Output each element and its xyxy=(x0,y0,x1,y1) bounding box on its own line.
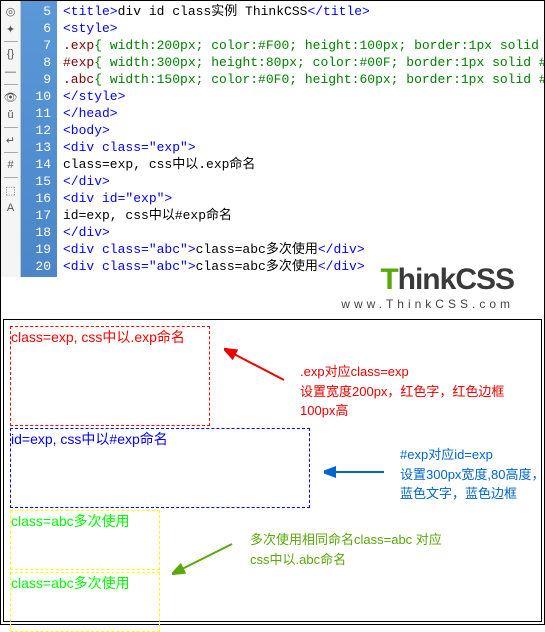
separator-icon xyxy=(4,41,18,42)
line-number-gutter: 5 6 7 8 9 10 11 12 13 14 15 16 17 18 19 … xyxy=(21,1,57,277)
eye-icon[interactable]: 👁 xyxy=(3,89,19,105)
code-line: .abc{ width:150px; color:#0F0; height:60… xyxy=(63,71,544,88)
id-exp-box-label: id=exp, css中以#exp命名 xyxy=(11,431,168,447)
code-line: <div id="exp"> xyxy=(63,190,544,207)
note-blue: #exp对应id=exp设置300px宽度,80高度，蓝色文字，蓝色边框 xyxy=(400,445,545,504)
line-number: 8 xyxy=(21,54,51,71)
code-line: </head> xyxy=(63,105,544,122)
spiral-icon[interactable]: ◎ xyxy=(3,3,19,19)
note-red: .exp对应class=exp设置宽度200px，红色字，红色边框100px高 xyxy=(300,362,530,421)
line-number: 14 xyxy=(21,156,51,173)
abc-box-2: class=abc多次使用 xyxy=(10,572,160,632)
html-icon[interactable]: ⬚ xyxy=(3,182,19,198)
line-number: 9 xyxy=(21,71,51,88)
arrow-blue-icon xyxy=(324,460,394,490)
code-line: <title>div id class实例 ThinkCSS</title> xyxy=(63,3,544,20)
code-lines: <title>div id class实例 ThinkCSS</title> <… xyxy=(57,1,544,277)
code-line: </div> xyxy=(63,173,544,190)
note-green: 多次使用相同命名class=abc 对应css中以.abc命名 xyxy=(250,530,490,569)
logo-main: ThinkCSS xyxy=(341,263,514,297)
code-area[interactable]: 5 6 7 8 9 10 11 12 13 14 15 16 17 18 19 … xyxy=(21,1,544,277)
editor-toolbar: ◎ ✦ {} — 👁 ŭ ↵ # ⬚ A xyxy=(1,1,21,277)
code-editor: ◎ ✦ {} — 👁 ŭ ↵ # ⬚ A 5 6 7 8 9 10 11 12 … xyxy=(1,1,544,277)
id-exp-box: id=exp, css中以#exp命名 xyxy=(10,428,310,508)
thinkcss-logo: ThinkCSS www.ThinkCSS.com xyxy=(341,263,514,311)
code-line: id=exp, css中以#exp命名 xyxy=(63,207,544,224)
abc-box-label: class=abc多次使用 xyxy=(11,513,130,529)
line-number: 5 xyxy=(21,3,51,20)
code-line: </style> xyxy=(63,88,544,105)
line-number: 7 xyxy=(21,37,51,54)
code-line: <div class="abc">class=abc多次使用</div> xyxy=(63,241,544,258)
star-icon[interactable]: ✦ xyxy=(3,21,19,37)
preview-pane: class=exp, css中以.exp命名 id=exp, css中以#exp… xyxy=(3,319,542,622)
line-number: 11 xyxy=(21,105,51,122)
abc-box-1: class=abc多次使用 xyxy=(10,510,160,570)
code-line: .exp{ width:200px; color:#F00; height:10… xyxy=(63,37,544,54)
arrow-red-icon xyxy=(224,345,294,385)
line-number: 19 xyxy=(21,241,51,258)
code-line: #exp{ width:300px; height:80px; color:#0… xyxy=(63,54,544,71)
line-number: 6 xyxy=(21,20,51,37)
line-number: 15 xyxy=(21,173,51,190)
line-number: 18 xyxy=(21,224,51,241)
code-line: <style> xyxy=(63,20,544,37)
wrap-icon[interactable]: ↵ xyxy=(3,132,19,148)
separator-icon xyxy=(4,177,18,178)
exp-box-label: class=exp, css中以.exp命名 xyxy=(11,329,185,345)
line-number: 20 xyxy=(21,258,51,275)
code-line: </div> xyxy=(63,224,544,241)
u-icon[interactable]: ŭ xyxy=(3,107,19,123)
line-number: 13 xyxy=(21,139,51,156)
code-line: class=exp, css中以.exp命名 xyxy=(63,156,544,173)
arrow-green-icon xyxy=(172,538,242,578)
separator-icon xyxy=(4,84,18,85)
separator-icon xyxy=(4,152,18,153)
logo-subtitle: www.ThinkCSS.com xyxy=(341,297,514,311)
line-number: 12 xyxy=(21,122,51,139)
line-number: 17 xyxy=(21,207,51,224)
bracket-icon[interactable]: {} xyxy=(3,46,19,62)
separator-icon xyxy=(4,127,18,128)
abc-box-label: class=abc多次使用 xyxy=(11,575,130,591)
a-icon[interactable]: A xyxy=(3,200,19,216)
dash-icon[interactable]: — xyxy=(3,64,19,80)
tag-icon[interactable]: # xyxy=(3,157,19,173)
code-line: <body> xyxy=(63,122,544,139)
exp-box: class=exp, css中以.exp命名 xyxy=(10,326,210,426)
line-number: 10 xyxy=(21,88,51,105)
code-line: <div class="exp"> xyxy=(63,139,544,156)
line-number: 16 xyxy=(21,190,51,207)
